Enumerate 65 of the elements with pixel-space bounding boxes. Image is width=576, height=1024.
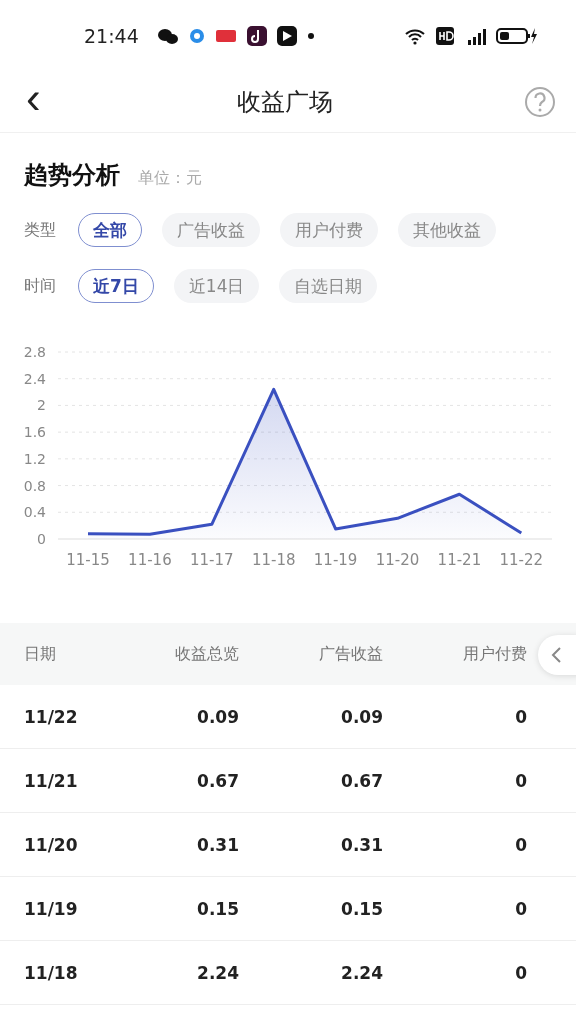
table-cell-text: 0: [514, 834, 527, 855]
axis-label: 0.8: [23, 477, 46, 494]
filter-chip[interactable]: 近7日: [78, 269, 154, 303]
axis-label: 11-17: [190, 551, 234, 569]
axis-label: 11-16: [128, 551, 172, 569]
clock: 21:44: [84, 25, 139, 47]
axis-label: 2.4: [23, 370, 46, 387]
axis-label: 0.4: [23, 504, 46, 521]
table-cell-text: 0: [514, 962, 527, 983]
table-cell-text: 11/22: [24, 706, 79, 727]
table-cell-text: 0: [514, 706, 527, 727]
help-icon[interactable]: [524, 86, 556, 118]
filter-chip[interactable]: 自选日期: [279, 269, 378, 303]
axis-label: 0: [37, 531, 46, 547]
table-cell-text: 2.24: [340, 962, 383, 983]
column-header: 广告收益: [318, 643, 383, 665]
filter-chip[interactable]: 近14日: [173, 269, 260, 303]
filter-chip[interactable]: 全部: [78, 213, 142, 247]
axis-label: 11-18: [251, 551, 296, 569]
axis-label: 2: [37, 397, 46, 414]
axis-label: 11-15: [66, 551, 110, 569]
table-cell-text: 0.67: [340, 770, 383, 791]
app-icon: [276, 26, 297, 46]
filter-label: 时间: [24, 275, 57, 297]
table-cell-text: 0.31: [340, 834, 383, 855]
axis-label: 11-20: [375, 551, 420, 569]
wifi-icon: [404, 26, 426, 46]
battery-icon: [496, 26, 538, 46]
table-cell-text: 0.15: [340, 898, 383, 919]
table-cell-text: 11/20: [24, 834, 79, 855]
table-cell-text: 11/19: [24, 898, 79, 919]
hd-icon: [436, 27, 454, 45]
table-cell-text: 0.09: [196, 706, 239, 727]
table-cell-text: 2.24: [196, 962, 239, 983]
axis-label: 1.2: [23, 450, 46, 467]
app-icon: [214, 28, 237, 44]
column-header: 收益总览: [174, 643, 239, 665]
table-cell-text: 0.31: [196, 834, 239, 855]
column-header: 日期: [24, 643, 57, 665]
table-cell-text: 11/21: [24, 770, 79, 791]
chevron-left-icon: [550, 646, 562, 664]
chat-icon: [156, 26, 179, 46]
filter-label: 类型: [24, 219, 57, 241]
table-cell-text: 0: [514, 898, 527, 919]
back-button[interactable]: ‹: [20, 76, 47, 128]
app-icon: [246, 26, 267, 46]
filter-chip[interactable]: 广告收益: [162, 213, 260, 247]
unit-label: 单位：元: [138, 168, 202, 189]
page-title: 收益广场: [237, 87, 334, 118]
axis-label: 2.8: [23, 344, 46, 360]
axis-label: 11-22: [499, 551, 544, 569]
table-cell-text: 0: [514, 770, 527, 791]
table-cell-text: 11/18: [24, 962, 79, 983]
dot-icon: [306, 32, 315, 40]
axis-label: 11-19: [313, 551, 358, 569]
table-cell-text: 0.09: [340, 706, 383, 727]
axis-label: 1.6: [23, 424, 46, 441]
table-cell-text: 0.67: [196, 770, 239, 791]
axis-label: 11-21: [437, 551, 482, 569]
table-cell-text: 0.15: [196, 898, 239, 919]
column-header: 用户付费: [462, 643, 527, 665]
filter-chip[interactable]: 其他收益: [398, 213, 496, 247]
section-title: 趋势分析: [24, 160, 120, 191]
app-icon: [188, 28, 205, 44]
filter-chip[interactable]: 用户付费: [280, 213, 378, 247]
